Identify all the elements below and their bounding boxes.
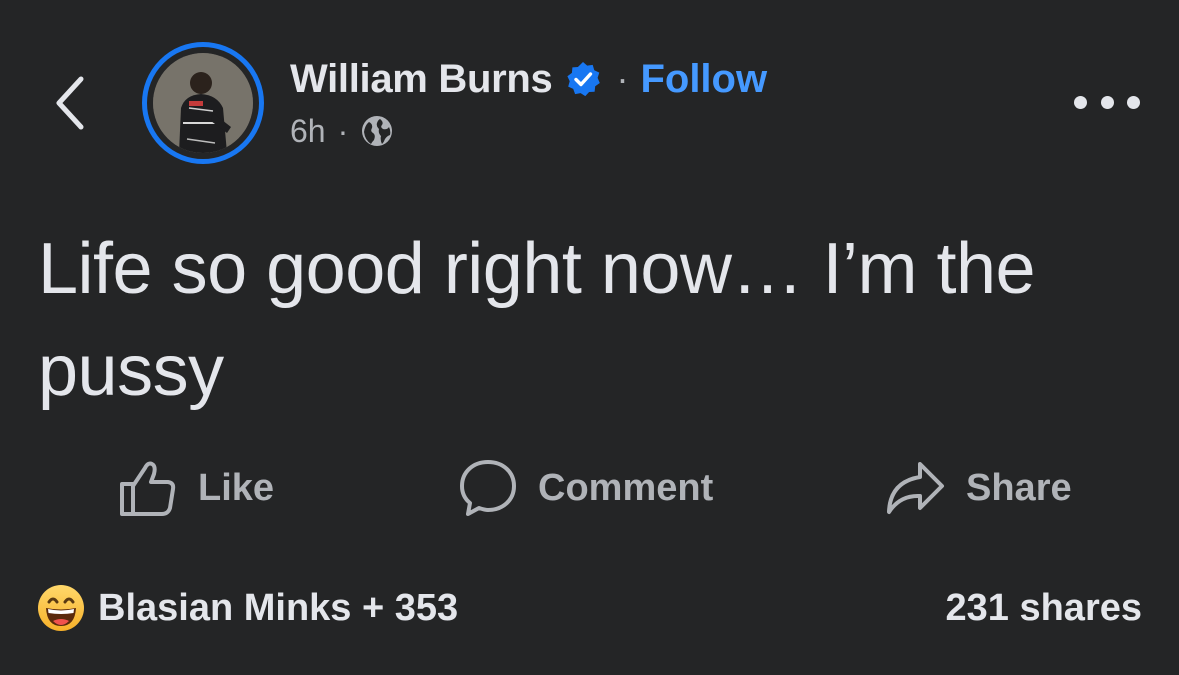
comment-label: Comment [538,466,714,509]
share-label: Share [966,466,1072,509]
like-label: Like [198,466,275,509]
comment-button[interactable]: Comment [458,456,713,520]
author-name[interactable]: William Burns [290,57,553,102]
post-footer: Blasian Minks + 353 231 shares [36,580,1142,636]
grinning-emoji-icon [36,583,86,633]
like-button[interactable]: Like [118,456,274,520]
share-button[interactable]: Share [884,456,1072,520]
shares-count[interactable]: 231 shares [946,587,1143,630]
back-button[interactable] [44,70,96,136]
globe-icon [360,114,394,148]
more-options-button[interactable] [1074,84,1140,120]
more-dot [1127,95,1140,109]
post-text: Life so good right now… I’m the pussy [38,229,1036,411]
reactions-summary[interactable]: Blasian Minks + 353 [36,583,458,633]
more-dot [1074,95,1087,109]
reactions-text: Blasian Minks + 353 [98,586,459,629]
share-arrow-icon [887,462,944,514]
post-time: 6h [290,112,326,149]
verified-badge-icon [564,60,602,98]
post-detail-screen: William Burns · Follow 6h · Life so good… [0,0,1179,675]
avatar-photo [153,53,253,153]
chevron-left-icon [56,76,84,130]
avatar[interactable] [142,42,264,164]
follow-button[interactable]: Follow [640,57,767,102]
comment-icon [460,460,516,516]
post-meta: 6h · [290,110,394,152]
action-bar: Like Comment Share [0,456,1179,520]
thumbs-up-icon [120,461,176,516]
meta-separator: · [337,112,349,149]
more-dot [1100,95,1114,109]
author-row: William Burns · Follow [290,54,767,104]
separator-dot: · [616,58,629,99]
